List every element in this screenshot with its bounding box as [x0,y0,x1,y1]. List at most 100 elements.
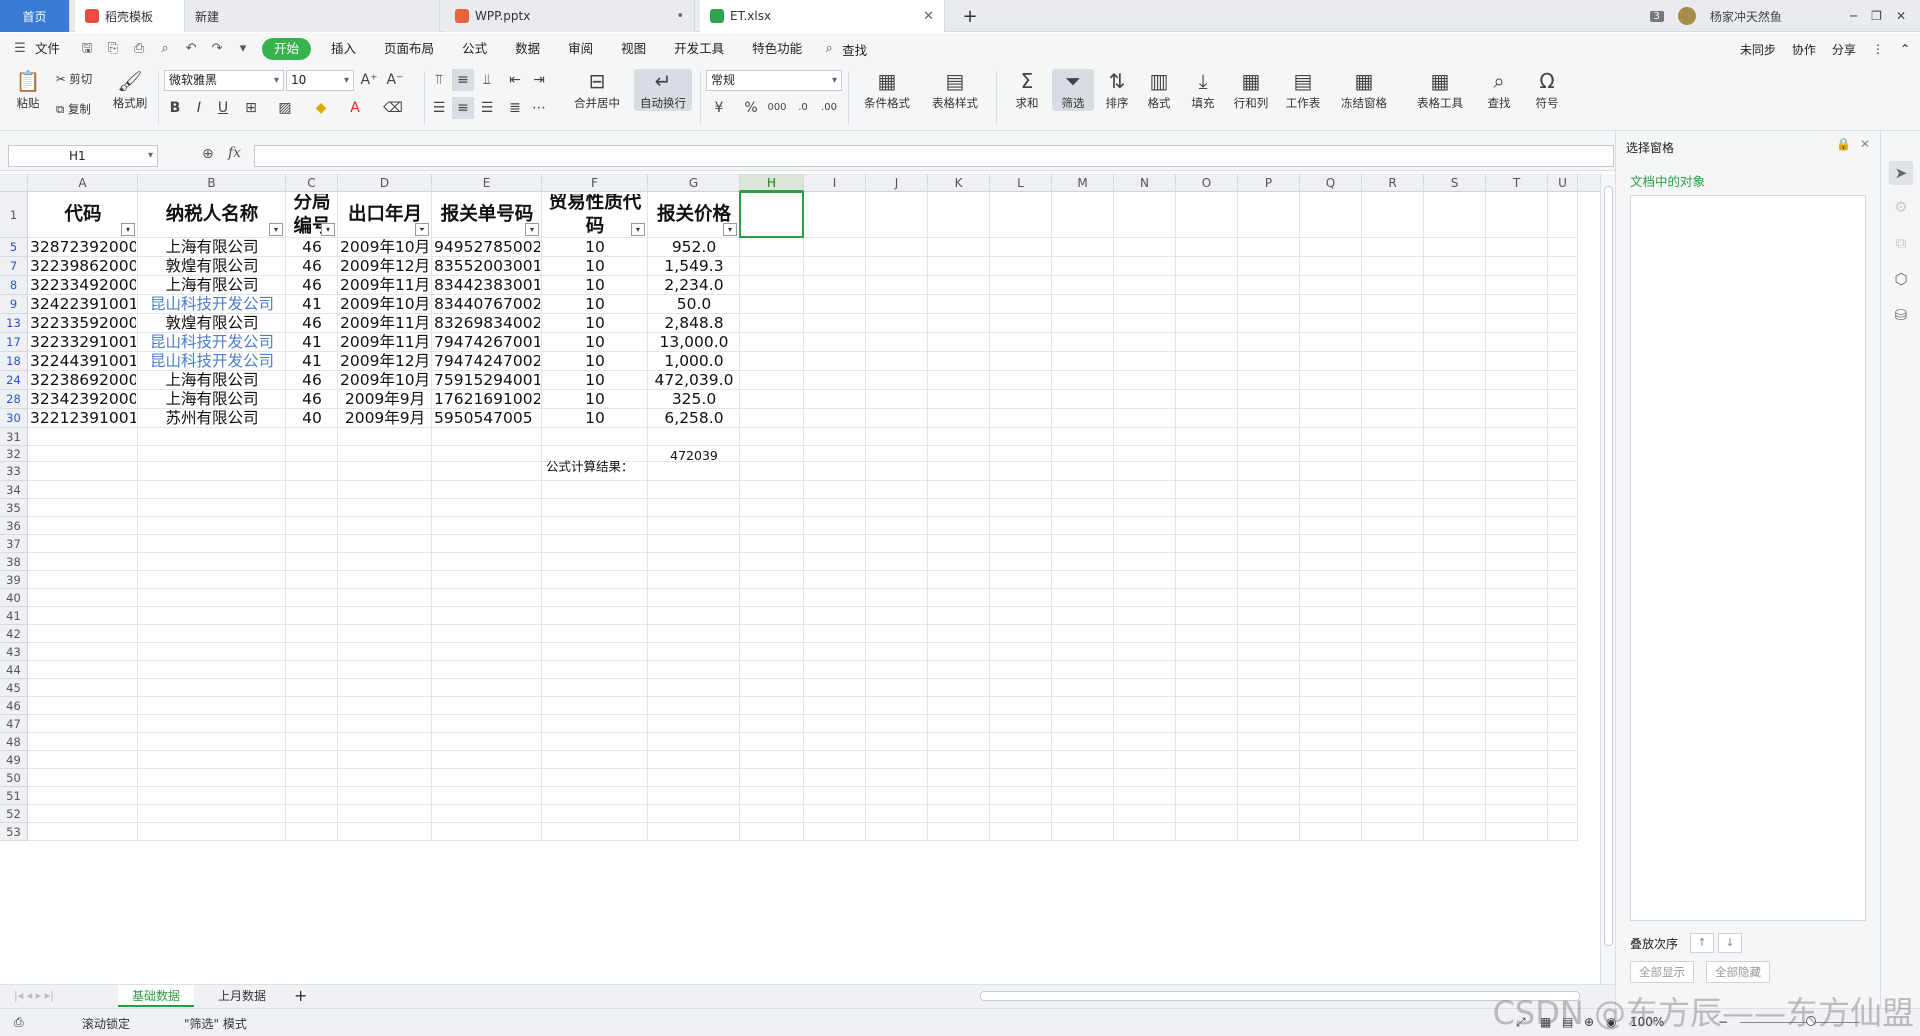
distribute-icon[interactable]: ⋯ [528,97,550,119]
row-header-33[interactable]: 33 [0,462,28,481]
table-cell[interactable]: 2009年9月 [340,409,430,428]
table-cell[interactable]: 2009年10月 [340,371,430,390]
preview-icon[interactable]: ⌕ [157,41,173,57]
row-header-32[interactable]: 32 [0,446,28,462]
table-cell[interactable]: 6,258.0 [650,409,738,428]
find-button[interactable]: ⌕ 查找 [1478,69,1520,111]
table-cell[interactable]: 2009年9月 [340,390,430,409]
row-header-45[interactable]: 45 [0,679,28,697]
table-cell[interactable]: 322334920007 [30,276,136,295]
column-header-s[interactable]: S [1424,174,1486,192]
table-cell[interactable]: 94952785002 [434,238,540,257]
worksheet-button[interactable]: ▤ 工作表 [1280,69,1326,111]
menu-developer[interactable]: 开发工具 [660,33,738,65]
tab-wpp-pptx[interactable]: WPP.pptx • [445,0,695,32]
table-cell[interactable]: 敦煌有限公司 [140,314,284,333]
export-icon[interactable]: ⎘ [105,41,121,57]
column-header-j[interactable]: J [866,174,928,192]
table-cell[interactable]: 上海有限公司 [140,276,284,295]
italic-icon[interactable]: I [188,97,210,119]
filter-dropdown-icon[interactable]: ▾ [525,223,539,236]
table-cell[interactable]: 41 [288,333,336,352]
sheet-tab-base-data[interactable]: 基础数据 [118,985,195,1007]
window-close-icon[interactable]: ✕ [1896,9,1906,23]
property-icon[interactable]: ⧉ [1889,231,1913,255]
decrease-font-icon[interactable]: A⁻ [384,69,406,91]
minimize-icon[interactable]: ─ [1850,9,1857,23]
column-header-t[interactable]: T [1486,174,1548,192]
sheet-tab-last-month[interactable]: 上月数据 [204,985,280,1007]
table-cell[interactable]: 324223910018 [30,295,136,314]
table-cell[interactable]: 952.0 [650,238,738,257]
formula-result-value[interactable]: 472039 [648,448,740,463]
filter-dropdown-icon[interactable]: ▾ [723,223,737,236]
column-header-m[interactable]: M [1052,174,1114,192]
save-icon[interactable]: 🖫 [79,41,95,57]
column-header-p[interactable]: P [1238,174,1300,192]
merge-center-button[interactable]: ⊟ 合并居中 [566,69,628,111]
column-header-d[interactable]: D [338,174,432,192]
collaborate-button[interactable]: 协作 [1792,41,1816,58]
row-header-42[interactable]: 42 [0,625,28,643]
table-cell[interactable]: 40 [288,409,336,428]
table-cell[interactable]: 328723920007 [30,238,136,257]
copy-button[interactable]: ⧉ 复制 [56,101,106,117]
table-cell[interactable]: 苏州有限公司 [140,409,284,428]
table-cell[interactable]: 2009年11月 [340,314,430,333]
user-name[interactable]: 杨家冲天然鱼 [1710,8,1782,25]
tab-dot-icon[interactable]: • [676,9,684,24]
table-cell[interactable]: 322443910018 [30,352,136,371]
add-sheet-button[interactable]: + [280,985,321,1007]
table-cell[interactable]: 322386920007 [30,371,136,390]
number-format-select[interactable]: 常规 [706,70,842,91]
row-header-37[interactable]: 37 [0,535,28,553]
align-center-icon[interactable]: ≡ [452,97,474,119]
table-cell[interactable]: 322123910015 [30,409,136,428]
table-cell[interactable]: 10 [544,314,646,333]
row-header-39[interactable]: 39 [0,571,28,589]
align-middle-icon[interactable]: ≡ [452,69,474,91]
customize-icon[interactable]: ▾ [235,41,251,57]
percent-icon[interactable]: % [740,97,762,119]
row-header-7[interactable]: 7 [0,257,28,276]
menu-formulas[interactable]: 公式 [448,33,501,65]
bold-icon[interactable]: B [164,97,186,119]
selected-cell-h1[interactable] [739,191,804,238]
tab-et-xlsx[interactable]: ET.xlsx ✕ [700,0,945,32]
horizontal-scrollbar[interactable] [980,991,1580,1001]
table-cell[interactable]: 46 [288,238,336,257]
indent-decrease-icon[interactable]: ⇤ [504,69,526,91]
align-top-icon[interactable]: ⫪ [428,69,450,91]
table-cell[interactable]: 2009年10月 [340,238,430,257]
table-cell[interactable]: 上海有限公司 [140,238,284,257]
more-icon[interactable]: ⋮ [1872,42,1884,56]
spreadsheet-grid[interactable]: ABCDEFGHIJKLMNOPQRSTU 1 5 7 8 9 13 17 18 24 28 30 3… [0,174,1600,984]
print-icon[interactable]: ⎙ [131,41,147,57]
column-header-f[interactable]: F [542,174,648,192]
table-cell[interactable]: 83440767002 [434,295,540,314]
table-cell[interactable]: 46 [288,257,336,276]
tab-new[interactable]: 新建 [185,0,440,32]
row-header-46[interactable]: 46 [0,697,28,715]
new-tab-button[interactable]: + [955,0,985,32]
table-cell[interactable]: 上海有限公司 [140,390,284,409]
object-list[interactable] [1630,195,1866,921]
freeze-panes-button[interactable]: ▦ 冻结窗格 [1336,69,1392,111]
fx-icon[interactable]: fx [228,145,241,161]
menu-page-layout[interactable]: 页面布局 [370,33,448,65]
header-cell[interactable]: 纳税人名称 [138,194,286,236]
table-cell[interactable]: 75915294001 [434,371,540,390]
row-header-38[interactable]: 38 [0,553,28,571]
font-size-select[interactable]: 10 [286,70,354,91]
filter-dropdown-icon[interactable]: ⏷ [415,223,429,236]
column-header-e[interactable]: E [432,174,542,192]
row-header-17[interactable]: 17 [0,333,28,352]
table-cell[interactable]: 10 [544,371,646,390]
row-header-8[interactable]: 8 [0,276,28,295]
show-all-button[interactable]: 全部显示 [1630,961,1694,983]
menu-review[interactable]: 审阅 [554,33,607,65]
table-cell[interactable]: 10 [544,257,646,276]
table-style-button[interactable]: ▤ 表格样式 [924,69,986,111]
table-cell[interactable]: 10 [544,409,646,428]
table-cell[interactable]: 17621691002 [434,390,540,409]
